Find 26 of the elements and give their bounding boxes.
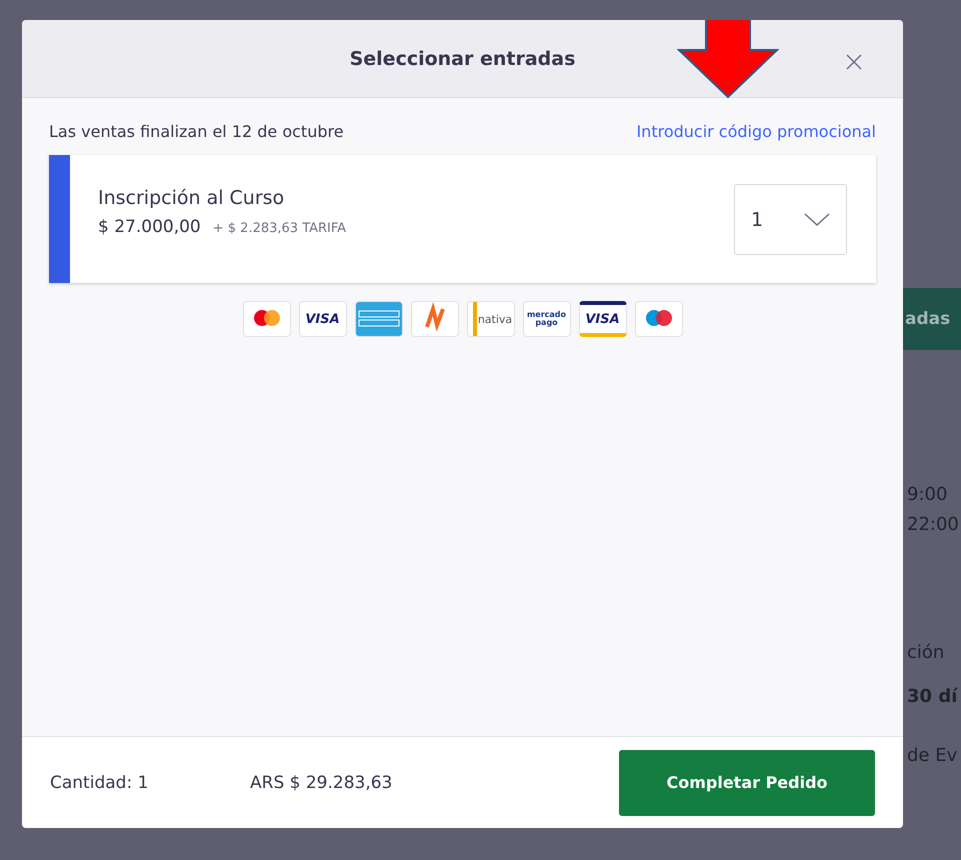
- button-fragment: adas: [903, 288, 961, 350]
- payment-logo-icon: VISA: [298, 301, 346, 337]
- payment-logo-icon: [242, 301, 290, 337]
- background-text: 30 dí: [907, 686, 958, 707]
- payment-logo-icon: mercado pago: [522, 301, 570, 337]
- modal-title: Seleccionar entradas: [350, 48, 576, 70]
- promo-code-link[interactable]: Introducir código promocional: [636, 122, 876, 141]
- background-text: 9:00: [907, 484, 948, 505]
- ticket-name: Inscripción al Curso: [98, 187, 286, 209]
- background-text: de Ev: [907, 745, 958, 766]
- ticket-price: $ 27.000,00: [98, 217, 201, 237]
- ticket-fee: + $ 2.283,63 TARIFA: [212, 221, 346, 236]
- quantity-dropdown[interactable]: 1: [734, 184, 847, 255]
- quantity-summary: Cantidad: 1: [50, 772, 150, 792]
- payment-logo-icon: nativa: [466, 301, 514, 337]
- arrow-icon: [677, 20, 779, 99]
- payment-logo-icon: VISA: [578, 301, 626, 337]
- sales-end-text: Las ventas finalizan el 12 de octubre: [49, 122, 344, 141]
- payment-logo-icon: [634, 301, 682, 337]
- background-text: ción: [907, 642, 944, 663]
- background-text: 22:00: [907, 514, 959, 535]
- complete-order-button[interactable]: Completar Pedido: [619, 750, 875, 816]
- payment-logo-icon: [354, 301, 402, 337]
- payment-logo-icon: [410, 301, 458, 337]
- chevron-down-icon: [804, 212, 830, 226]
- order-total: ARS $ 29.283,63: [250, 772, 394, 792]
